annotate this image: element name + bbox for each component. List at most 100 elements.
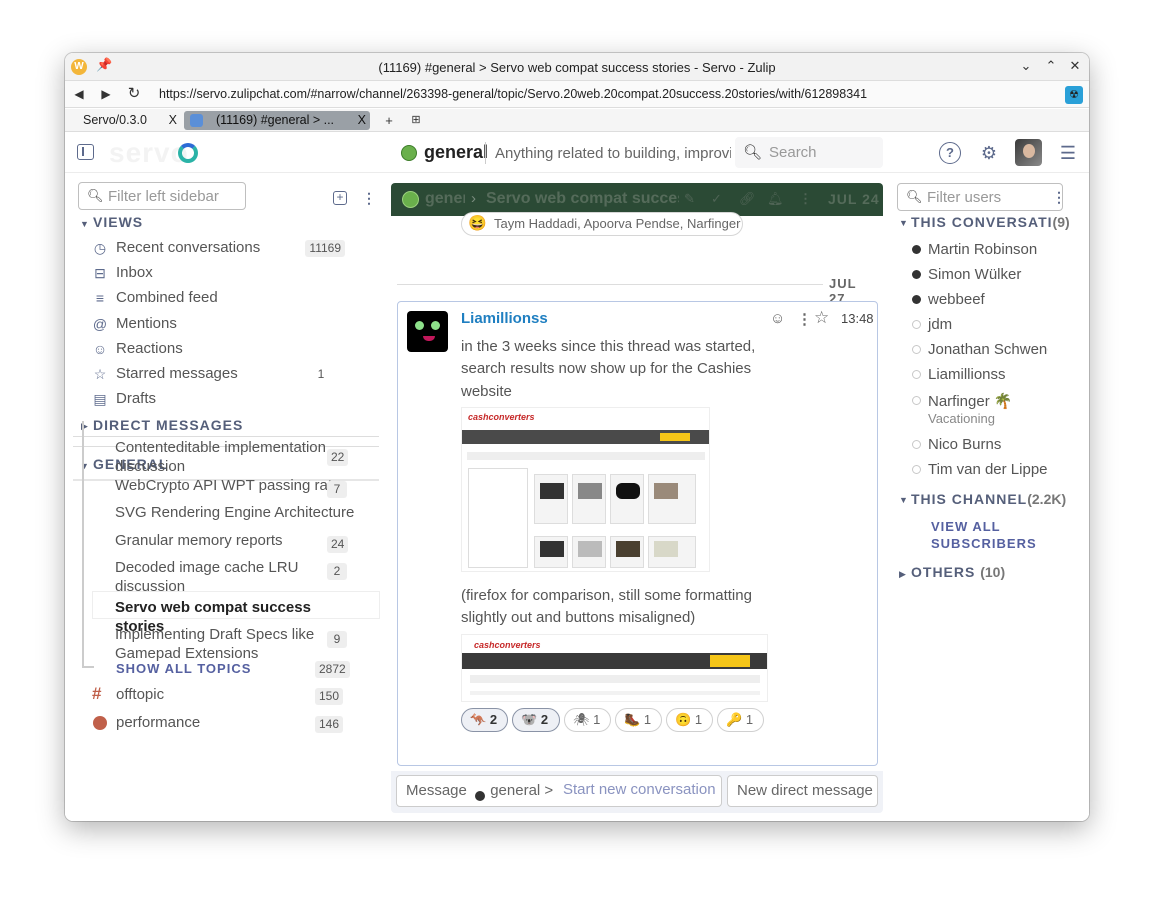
reaction-key[interactable]: 🔑 1 — [717, 708, 764, 732]
topic-item[interactable]: Decoded image cache LRU discussion — [115, 558, 305, 596]
star-icon[interactable]: ☆ — [814, 308, 829, 328]
reaction-summary[interactable]: 😆 Taym Haddadi, Apoorva Pendse, Narfinge… — [461, 212, 743, 236]
view-recent[interactable]: ◷ Recent conversations 11169 — [91, 237, 351, 259]
reaction-boot[interactable]: 🥾 1 — [615, 708, 662, 732]
direct-messages-heading[interactable]: DIRECT MESSAGES — [93, 417, 243, 433]
image-logo: cashconverters — [468, 412, 535, 422]
caret-down-icon[interactable]: ▼ — [899, 218, 908, 228]
recipient-topic[interactable]: Servo web compat success stories — [486, 190, 679, 208]
back-icon[interactable]: ◀ — [71, 86, 87, 102]
views-heading[interactable]: VIEWS — [93, 214, 143, 230]
starred-count: 1 — [317, 367, 325, 381]
user-item[interactable]: webbeef — [912, 289, 1082, 309]
url-input[interactable]: https://servo.zulipchat.com/#narrow/chan… — [153, 84, 1058, 105]
right-sidebar: 🔍︎ Filter users ⋮ ▼ THIS CONVERSATI(9) M… — [889, 173, 1089, 821]
new-tab-icon[interactable]: + — [381, 111, 397, 130]
this-conversation-heading[interactable]: THIS CONVERSATI(9) — [911, 214, 1070, 230]
more-options-icon[interactable]: ⋮ — [1052, 190, 1066, 204]
edit-icon[interactable]: ✎ — [684, 191, 695, 207]
view-combined-feed[interactable]: ≡ Combined feed — [91, 287, 351, 309]
bell-icon[interactable]: 🔔︎ — [767, 191, 784, 207]
tab-close-icon[interactable]: X — [358, 111, 366, 130]
left-sidebar-filter[interactable]: 🔍︎ Filter left sidebar — [78, 182, 246, 210]
stream-item-offtopic[interactable]: offtopic — [116, 686, 164, 703]
forward-icon[interactable]: ▶ — [98, 86, 114, 102]
view-drafts[interactable]: ▤ Drafts — [91, 388, 351, 410]
image-filterbar — [467, 452, 705, 460]
tab-close-icon[interactable]: X — [169, 111, 177, 130]
reaction-upside-down[interactable]: 🙃 1 — [666, 708, 713, 732]
sender-avatar[interactable] — [407, 311, 448, 352]
search-input[interactable]: 🔍︎ Search — [735, 137, 883, 168]
view-starred[interactable]: ☆ Starred messages 1 — [91, 363, 351, 385]
topic-item[interactable]: Granular memory reports — [115, 531, 345, 550]
stream-item-performance[interactable]: performance — [116, 714, 200, 731]
online-dot-icon — [912, 295, 921, 304]
new-dm-button[interactable]: New direct message — [727, 775, 878, 807]
recipient-stream[interactable]: general — [425, 190, 465, 208]
user-name: Narfinger 🌴 — [928, 393, 1013, 410]
reaction-spider[interactable]: 🕷 1 — [564, 708, 611, 732]
caret-down-icon[interactable]: ▼ — [80, 219, 89, 229]
topic-item[interactable]: Implementing Draft Specs like Gamepad Ex… — [115, 625, 325, 663]
view-mentions[interactable]: @ Mentions — [91, 313, 351, 335]
new-conversation-button[interactable]: Start new conversation — [563, 781, 716, 798]
tab-servo[interactable]: Servo/0.3.0 X — [77, 111, 181, 130]
reaction-names: Taym Haddadi, Apoorva Pendse, Narfinger — [494, 216, 741, 231]
compose-target: general > Servo web compat success stori… — [490, 782, 556, 799]
add-reaction-icon[interactable]: ☺ — [770, 310, 785, 327]
caret-right-icon[interactable]: ▶ — [899, 569, 906, 580]
sidebar-toggle-icon[interactable] — [77, 144, 94, 160]
reaction-kangaroo[interactable]: 🦘 2 — [461, 708, 508, 732]
help-icon[interactable]: ? — [939, 142, 961, 164]
servo-logo[interactable]: servo — [109, 137, 189, 169]
view-reactions[interactable]: ☺ Reactions — [91, 338, 351, 360]
spider-emoji-icon: 🕷 — [573, 712, 590, 727]
show-all-topics-count: 2872 — [315, 661, 350, 678]
search-placeholder: Search — [769, 144, 817, 161]
user-item[interactable]: Jonathan Schwender — [912, 339, 1082, 359]
message-actions-icon[interactable]: ⋮ — [797, 310, 812, 328]
others-heading[interactable]: OTHERS (10) — [911, 564, 1005, 580]
view-label: Inbox — [116, 264, 153, 281]
user-item[interactable]: Narfinger 🌴 Vacationing — [912, 390, 1082, 430]
this-channel-heading[interactable]: THIS CHANNEL(2.2K) — [911, 491, 1066, 507]
header-stream-name[interactable]: general — [424, 142, 488, 163]
user-item[interactable]: Tim van der Lippe — [912, 459, 1082, 479]
topic-item[interactable]: SVG Rendering Engine Architecture — [115, 503, 355, 522]
user-filter-input[interactable]: 🔍︎ Filter users — [897, 183, 1063, 211]
check-icon[interactable]: ✓ — [711, 191, 722, 207]
message-time[interactable]: 13:48 — [841, 311, 874, 326]
user-item[interactable]: Nico Burns — [912, 434, 1082, 454]
minimize-icon[interactable]: ⌄ — [1017, 57, 1035, 75]
screenshot-image-firefox[interactable]: cashconverters — [461, 634, 768, 702]
screenshot-image-servo[interactable]: cashconverters — [461, 407, 710, 572]
extension-icon[interactable]: ☢ — [1065, 86, 1083, 104]
user-item[interactable]: jdm — [912, 314, 1082, 334]
view-all-subscribers-link[interactable]: VIEW ALL SUBSCRIBERS — [931, 518, 1037, 552]
more-options-icon[interactable]: ⋮ — [799, 191, 812, 207]
view-inbox[interactable]: ⊟ Inbox — [91, 262, 351, 284]
tab-zulip[interactable]: (11169) #general > ... X — [184, 111, 370, 130]
show-all-topics-link[interactable]: SHOW ALL TOPICS — [116, 661, 251, 676]
caret-down-icon[interactable]: ▼ — [899, 495, 908, 505]
link-icon[interactable]: 🔗︎ — [739, 191, 756, 207]
maximize-icon[interactable]: ⌃ — [1042, 57, 1060, 75]
topic-item[interactable]: Contenteditable implementation discussio… — [115, 438, 345, 476]
chevron-right-icon: › — [471, 190, 476, 207]
sender-name[interactable]: Liamillionss — [461, 310, 548, 327]
topic-item[interactable]: WebCrypto API WPT passing rate — [115, 476, 345, 495]
user-list-toggle-icon[interactable]: ☰ — [1057, 142, 1079, 164]
user-item[interactable]: Simon Wülker — [912, 264, 1082, 284]
tab-list-icon[interactable]: ⊞ — [408, 111, 424, 130]
reload-icon[interactable]: ↻ — [126, 86, 142, 102]
user-item[interactable]: Martin Robinson — [912, 239, 1082, 259]
user-avatar[interactable] — [1015, 139, 1042, 166]
reaction-koala[interactable]: 🐨 2 — [512, 708, 560, 732]
gear-icon[interactable]: ⚙ — [978, 142, 1000, 164]
add-view-icon[interactable]: + — [333, 191, 347, 205]
close-window-icon[interactable]: ✕ — [1066, 57, 1084, 75]
more-options-icon[interactable]: ⋮ — [362, 191, 376, 205]
image-sidebar — [468, 468, 528, 568]
user-item[interactable]: Liamillionss — [912, 364, 1082, 384]
